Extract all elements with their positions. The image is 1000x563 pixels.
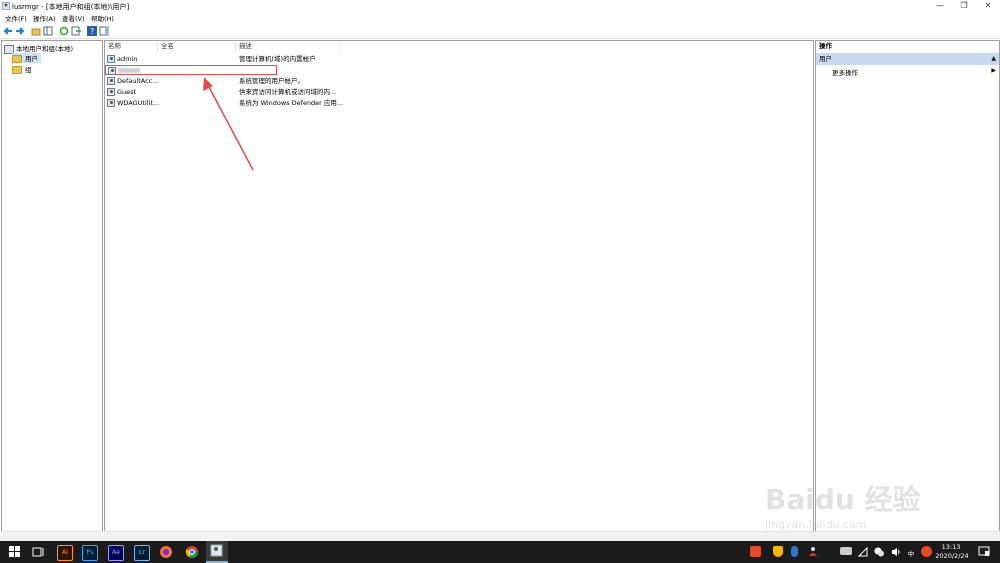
lusrmgr-taskbar-button[interactable] <box>206 541 228 563</box>
show-action-pane-icon[interactable] <box>99 26 109 36</box>
refresh-icon[interactable] <box>59 26 69 36</box>
network-icon[interactable] <box>857 546 868 557</box>
tree-item-groups-label: 组 <box>25 66 32 74</box>
chrome-icon[interactable] <box>185 545 199 559</box>
baidu-watermark: Baidu 经验 <box>765 483 921 516</box>
submenu-arrow-icon: ▶ <box>991 67 996 74</box>
actions-section-users[interactable]: 用户 ▲ <box>816 53 999 65</box>
svg-text:?: ? <box>90 27 94 36</box>
ime-indicator[interactable]: 中 <box>905 548 917 558</box>
lusrmgr-app-icon <box>1 1 11 11</box>
illustrator-label: Ai <box>61 548 69 556</box>
after-effects-label: Ae <box>111 548 121 556</box>
clock-date[interactable]: 2020/2/24 <box>934 552 970 560</box>
toolbar: ? <box>0 24 1000 39</box>
menu-help[interactable]: 帮助(H) <box>91 13 114 23</box>
back-icon[interactable] <box>3 26 13 36</box>
lightroom-icon[interactable]: Lr <box>134 545 150 561</box>
menu-bar: 文件(F) 操作(A) 查看(V) 帮助(H) <box>0 13 1000 23</box>
window-title: lusrmgr - [本地用户和组(本地)\用户] <box>12 3 130 11</box>
user-status-icon[interactable] <box>808 546 818 556</box>
bluetooth-icon[interactable] <box>791 546 798 557</box>
tree-item-users[interactable]: 用户 <box>12 53 41 63</box>
more-actions-label: 更多操作 <box>832 69 858 77</box>
sogou-icon[interactable] <box>750 546 761 557</box>
tree-item-groups[interactable]: 组 <box>12 64 32 74</box>
tree-root[interactable]: 本地用户和组(本地) <box>4 43 73 54</box>
windows-start-icon[interactable] <box>8 545 22 559</box>
menu-view[interactable]: 查看(V) <box>62 13 85 23</box>
lightroom-label: Lr <box>138 548 146 556</box>
taskbar: Ai Ps Ae Lr 中 13:13 2020/2/24 <box>0 541 1000 563</box>
illustrator-icon[interactable]: Ai <box>57 545 73 561</box>
menu-action[interactable]: 操作(A) <box>33 13 56 23</box>
help-icon[interactable]: ? <box>87 26 97 36</box>
wechat-icon[interactable] <box>874 547 884 557</box>
tree-pane: 本地用户和组(本地) 用户 组 <box>1 40 103 532</box>
menu-file[interactable]: 文件(F) <box>5 13 27 23</box>
firefox-icon[interactable] <box>159 545 173 559</box>
more-actions-item[interactable]: 更多操作 <box>832 67 858 77</box>
actions-section-users-label: 用户 <box>819 55 832 63</box>
notification-icon[interactable] <box>978 546 990 557</box>
task-view-icon[interactable] <box>31 545 45 559</box>
tree-item-users-label: 用户 <box>25 55 38 63</box>
actions-pane: 操作 用户 ▲ 更多操作 ▶ <box>815 40 1000 532</box>
security-shield-icon[interactable] <box>773 546 783 557</box>
up-folder-icon[interactable] <box>31 26 41 36</box>
photoshop-label: Ps <box>86 548 94 556</box>
show-hide-tree-icon[interactable] <box>43 26 53 36</box>
forward-icon[interactable] <box>15 26 25 36</box>
sogou-input-icon[interactable] <box>921 546 932 557</box>
user-list-pane: 名称 全名 描述 admin 管理计算机(域)的内置帐户 DefaultAcc.… <box>104 40 814 532</box>
restore-button[interactable]: ❐ <box>952 0 976 12</box>
folder-icon <box>12 66 22 74</box>
export-list-icon[interactable] <box>71 26 81 36</box>
title-bar: lusrmgr - [本地用户和组(本地)\用户] — ❐ ✕ <box>0 0 1000 12</box>
volume-icon[interactable] <box>891 547 901 557</box>
photoshop-icon[interactable]: Ps <box>82 545 98 561</box>
tree-root-label: 本地用户和组(本地) <box>16 45 74 53</box>
folder-icon <box>12 55 22 63</box>
baidu-watermark-url: jingyan.baidu.com <box>765 518 867 531</box>
collapse-icon[interactable]: ▲ <box>991 53 996 65</box>
actions-header: 操作 <box>819 42 832 50</box>
after-effects-icon[interactable]: Ae <box>108 545 124 561</box>
annotation-arrow <box>203 77 254 171</box>
cloud-sync-icon[interactable] <box>840 547 852 555</box>
minimize-button[interactable]: — <box>928 0 952 12</box>
close-button[interactable]: ✕ <box>976 0 1000 12</box>
clock-time[interactable]: 13:13 <box>936 543 966 551</box>
